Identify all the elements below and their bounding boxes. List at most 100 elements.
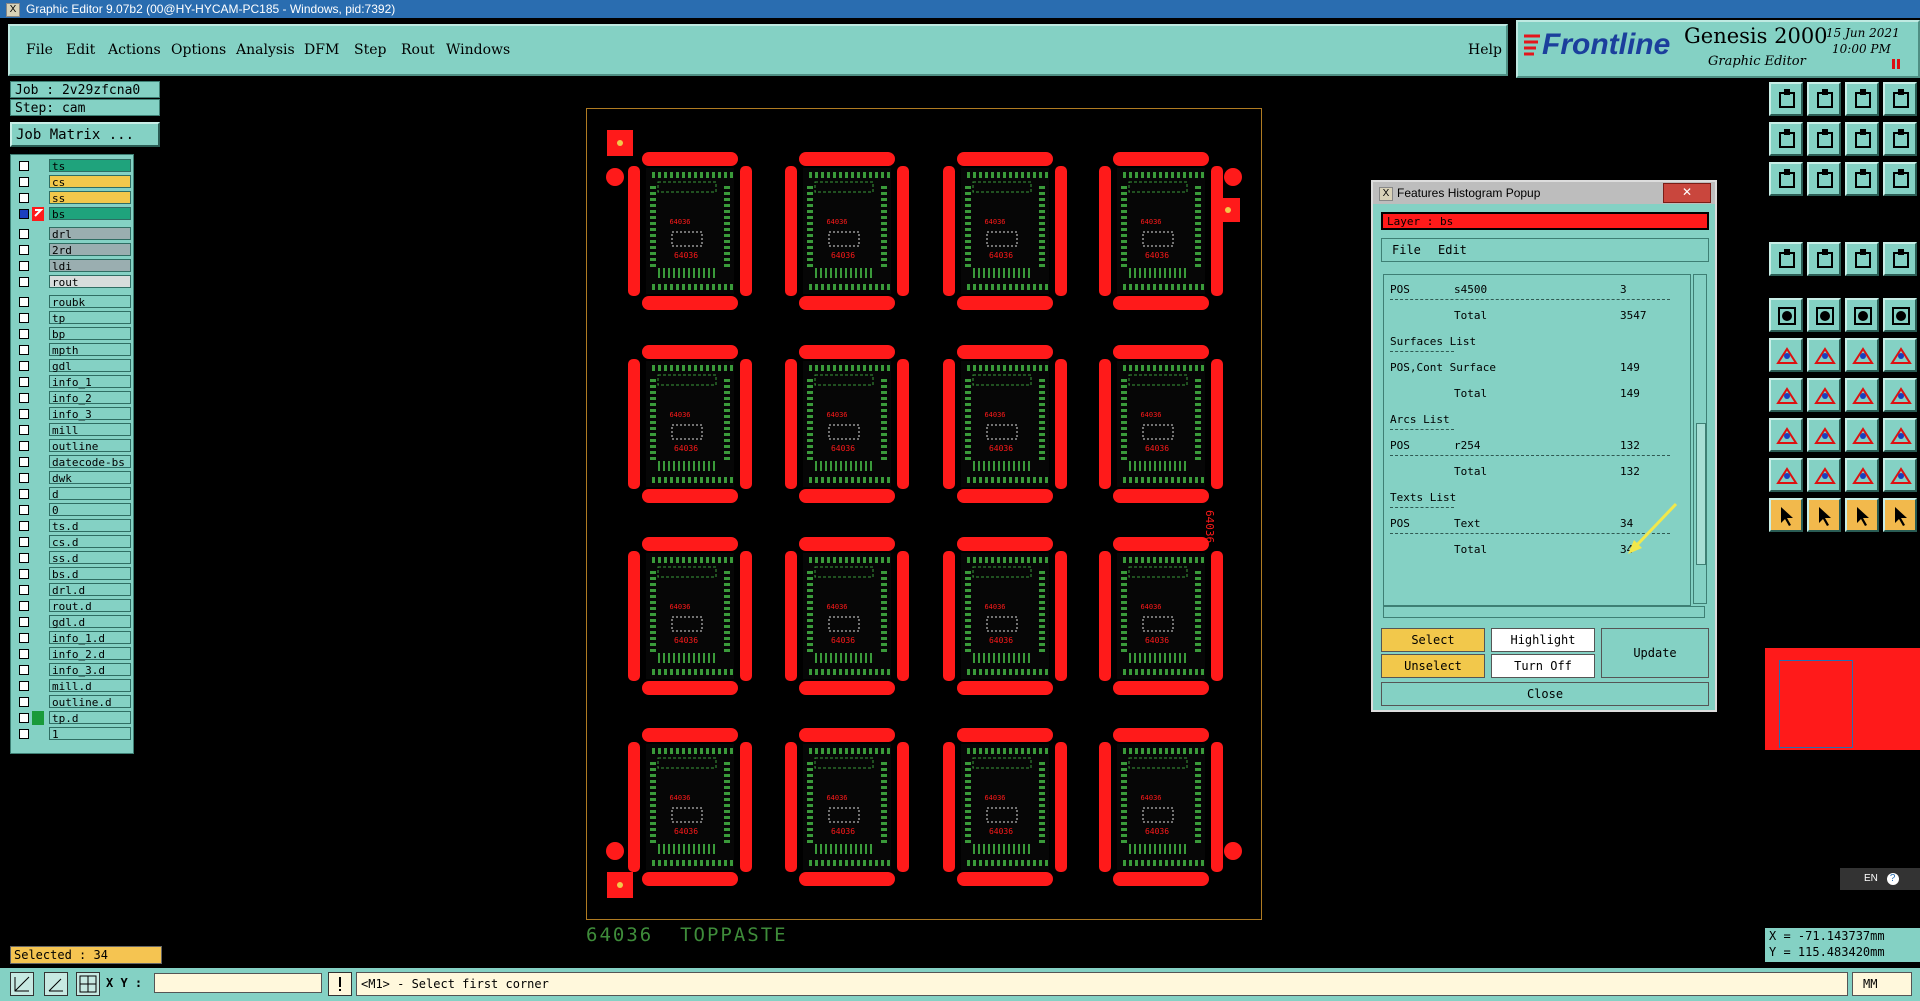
layer-name[interactable]: 1 [49,727,131,741]
menu-options[interactable]: Options [171,42,226,58]
pointer2-icon[interactable] [1807,498,1841,532]
layer-name[interactable]: gdl.d [49,615,131,629]
move-icon[interactable] [1807,242,1841,276]
menu-windows[interactable]: Windows [446,42,510,58]
layer-checkbox[interactable] [19,569,29,579]
menu-edit[interactable]: Edit [66,42,95,58]
layer-row-mill-d[interactable]: mill.d [15,679,131,693]
surface-icon[interactable] [1769,298,1803,332]
layer-checkbox[interactable] [19,277,29,287]
layer-checkbox[interactable] [19,177,29,187]
snap-icon[interactable] [1883,242,1917,276]
layer-row-outline-d[interactable]: outline.d [15,695,131,709]
layer-name[interactable]: ldi [49,259,131,273]
layer-checkbox[interactable] [19,441,29,451]
menu-file[interactable]: File [26,42,53,58]
layer-checkbox[interactable] [19,329,29,339]
layer-name[interactable]: mpth [49,343,131,357]
edit-point-icon[interactable] [1845,498,1879,532]
menu-analysis[interactable]: Analysis [236,42,295,58]
layer-checkbox[interactable] [19,537,29,547]
layer-row-ldi[interactable]: ldi [15,259,131,273]
layer-checkbox[interactable] [19,245,29,255]
zoom-in-icon[interactable] [1807,162,1841,196]
layer-name[interactable]: dwk [49,471,131,485]
layer-checkbox[interactable] [19,209,29,219]
layer-row-gdl[interactable]: gdl [15,359,131,373]
menu-actions[interactable]: Actions [108,42,161,58]
layer-row-info-1[interactable]: info_1 [15,375,131,389]
layer-checkbox[interactable] [19,457,29,467]
layer-row-ss-d[interactable]: ss.d [15,551,131,565]
layer-row-info-2-d[interactable]: info_2.d [15,647,131,661]
alert-icon[interactable] [328,972,352,996]
layer-name[interactable]: bp [49,327,131,341]
house-icon[interactable] [1845,82,1879,116]
layer-checkbox[interactable] [19,297,29,307]
layer-row-bs-d[interactable]: bs.d [15,567,131,581]
layer-name[interactable]: ss [49,191,131,205]
arch-icon[interactable] [1845,458,1879,492]
layer-name[interactable]: info_1.d [49,631,131,645]
popup-menu-edit[interactable]: Edit [1438,243,1467,257]
layer-checkbox[interactable] [19,345,29,355]
layers-icon[interactable] [1883,418,1917,452]
layer-row-ts-d[interactable]: ts.d [15,519,131,533]
layer-checkbox[interactable] [19,393,29,403]
layer-name[interactable]: ts [49,159,131,173]
layer-name[interactable]: tp [49,311,131,325]
layer-checkbox[interactable] [19,425,29,435]
layer-row-info-3-d[interactable]: info_3.d [15,663,131,677]
layer-checkbox[interactable] [19,633,29,643]
triangle-icon[interactable] [1769,458,1803,492]
popup-menu-file[interactable]: File [1392,243,1421,257]
angle-icon[interactable] [1769,378,1803,412]
menu-step[interactable]: Step [354,42,386,58]
layer-checkbox[interactable] [19,261,29,271]
menu-help[interactable]: Help [1468,42,1502,58]
highlight-button[interactable]: Highlight [1491,628,1595,652]
ruler-icon[interactable] [1845,298,1879,332]
layer-row-2rd[interactable]: 2rd [15,243,131,257]
line2-icon[interactable] [1807,418,1841,452]
dot-icon[interactable] [1883,298,1917,332]
layer-name[interactable]: outline [49,439,131,453]
layer-checkbox[interactable] [19,617,29,627]
layer-name[interactable]: drl.d [49,583,131,597]
layer-name[interactable]: mill.d [49,679,131,693]
layer-name[interactable]: rout [49,275,131,289]
arc2-icon[interactable] [1883,338,1917,372]
layer-name[interactable]: ss.d [49,551,131,565]
layer-name[interactable]: outline.d [49,695,131,709]
layer-checkbox[interactable] [19,161,29,171]
layer-checkbox[interactable] [19,489,29,499]
layer-name[interactable]: info_2 [49,391,131,405]
arc-icon[interactable] [1845,338,1879,372]
layer-row-info-1-d[interactable]: info_1.d [15,631,131,645]
layer-row-mpth[interactable]: mpth [15,343,131,357]
select-button[interactable]: Select [1381,628,1485,652]
layer-row-outline[interactable]: outline [15,439,131,453]
layer-checkbox[interactable] [19,665,29,675]
rotate-icon[interactable] [1845,378,1879,412]
layer-row-info-3[interactable]: info_3 [15,407,131,421]
layer-checkbox[interactable] [19,729,29,739]
histogram-hscrollbar[interactable] [1383,606,1705,618]
layer-row-info-2[interactable]: info_2 [15,391,131,405]
layer-name[interactable]: datecode-bs [49,455,131,469]
layer-checkbox[interactable] [19,521,29,531]
flip-icon[interactable] [1883,378,1917,412]
layer-name[interactable]: bs [49,207,131,221]
layer-name[interactable]: cs [49,175,131,189]
layer-row-roubk[interactable]: roubk [15,295,131,309]
layer-name[interactable]: info_3.d [49,663,131,677]
layer-checkbox[interactable] [19,361,29,371]
pads-icon[interactable] [1845,242,1879,276]
layer-row-ss[interactable]: ss [15,191,131,205]
layer-checkbox[interactable] [19,377,29,387]
layer-checkbox[interactable] [19,585,29,595]
layer-row-dwk[interactable]: dwk [15,471,131,485]
layer-name[interactable]: roubk [49,295,131,309]
zoom-fit-icon[interactable] [1769,162,1803,196]
close-button[interactable]: Close [1381,682,1709,706]
